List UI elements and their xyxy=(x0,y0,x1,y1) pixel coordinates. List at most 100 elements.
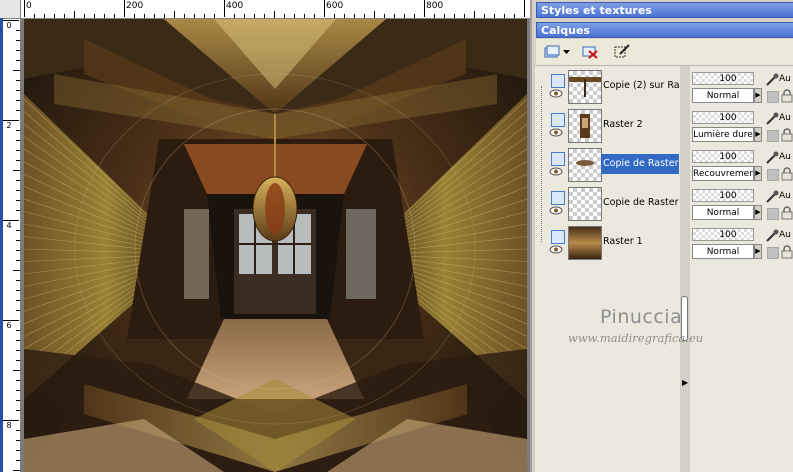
layer-row[interactable]: Raster 2 xyxy=(535,106,680,143)
ruler-tick xyxy=(494,14,495,18)
layer-thumbnail xyxy=(568,109,602,143)
eye-icon[interactable] xyxy=(549,245,563,254)
ruler-tick xyxy=(224,0,225,17)
layer-row-selected[interactable]: Copie de Raster 2 xyxy=(535,145,680,182)
eyedropper-icon[interactable] xyxy=(765,112,779,126)
eyedropper-icon[interactable] xyxy=(765,151,779,165)
ruler-tick xyxy=(324,0,325,17)
ruler-tick xyxy=(244,14,245,18)
mask-icon[interactable] xyxy=(767,208,779,220)
ruler-tick xyxy=(414,14,415,18)
ruler-tick xyxy=(254,14,255,18)
eyedropper-icon[interactable] xyxy=(765,190,779,204)
blend-dropdown-arrow-icon[interactable]: ▶ xyxy=(754,127,762,142)
blend-dropdown-arrow-icon[interactable]: ▶ xyxy=(754,88,762,103)
mask-icon[interactable] xyxy=(767,130,779,142)
ruler-tick xyxy=(16,90,20,91)
ruler-label-v8: 8 xyxy=(6,421,12,430)
ruler-tick xyxy=(64,14,65,18)
ruler-tick xyxy=(364,14,365,18)
eyedropper-icon[interactable] xyxy=(765,229,779,243)
watermark-url: www.maidiregrafica.eu xyxy=(568,331,704,345)
opacity-slider[interactable]: 100 xyxy=(692,189,754,202)
ruler-tick xyxy=(194,14,195,18)
layer-row[interactable]: Copie (2) sur Rast xyxy=(535,67,680,104)
lock-icon[interactable] xyxy=(781,167,793,181)
palette-splitter[interactable]: ▶ xyxy=(680,66,689,472)
ruler-tick xyxy=(434,14,435,18)
layers-list: Copie (2) sur Rast Raster 2 Copie de Ras… xyxy=(535,66,680,472)
styles-palette-title[interactable]: Styles et textures xyxy=(536,2,793,18)
mask-icon[interactable] xyxy=(767,247,779,259)
new-layer-icon[interactable] xyxy=(542,42,562,62)
ruler-tick xyxy=(13,70,20,71)
ruler-tick xyxy=(16,450,20,451)
ruler-tick xyxy=(304,14,305,18)
layer-name[interactable]: Copie de Raster 2 xyxy=(601,154,679,174)
delete-layer-icon[interactable] xyxy=(580,42,600,62)
layer-name[interactable]: Raster 1 xyxy=(601,232,679,252)
layer-properties-row: 100 Normal ▶ Au xyxy=(690,70,793,107)
ruler-tick xyxy=(16,280,20,281)
opacity-slider[interactable]: 100 xyxy=(692,111,754,124)
blend-mode-select[interactable]: Normal xyxy=(692,205,754,220)
layer-name[interactable]: Copie (2) sur Rast xyxy=(601,76,679,96)
ruler-tick xyxy=(344,14,345,18)
mask-icon[interactable] xyxy=(767,169,779,181)
ruler-tick xyxy=(404,14,405,18)
layer-properties-row: 100 Normal ▶ Au xyxy=(690,226,793,263)
blend-mode-select[interactable]: Recouvrement xyxy=(692,166,754,181)
ruler-tick xyxy=(16,80,20,81)
blend-dropdown-arrow-icon[interactable]: ▶ xyxy=(754,205,762,220)
lock-icon[interactable] xyxy=(781,206,793,220)
lock-icon[interactable] xyxy=(781,89,793,103)
watermark-name: Pinuccia xyxy=(600,306,683,328)
edit-selection-icon[interactable] xyxy=(612,42,632,62)
layer-row[interactable]: Copie de Raster 1 xyxy=(535,184,680,221)
layer-type-icon xyxy=(551,152,565,166)
layers-palette-title[interactable]: Calques xyxy=(536,22,793,38)
opacity-slider[interactable]: 100 xyxy=(692,228,754,241)
ruler-tick xyxy=(94,14,95,18)
ruler-tick xyxy=(16,410,20,411)
ruler-tick xyxy=(164,14,165,18)
lock-icon[interactable] xyxy=(781,245,793,259)
eye-icon[interactable] xyxy=(549,128,563,137)
expand-arrow-icon[interactable]: ▶ xyxy=(682,378,688,387)
opacity-slider[interactable]: 100 xyxy=(692,72,754,85)
dropdown-arrow-icon[interactable] xyxy=(562,42,570,62)
eyedropper-icon[interactable] xyxy=(765,73,779,87)
ruler-tick xyxy=(34,14,35,18)
blend-dropdown-arrow-icon[interactable]: ▶ xyxy=(754,244,762,259)
ruler-tick xyxy=(16,240,20,241)
layer-row[interactable]: Raster 1 xyxy=(535,223,680,260)
mask-icon[interactable] xyxy=(767,91,779,103)
ruler-tick xyxy=(464,14,465,18)
ruler-tick xyxy=(16,250,20,251)
eye-icon[interactable] xyxy=(549,167,563,176)
ruler-tick xyxy=(124,0,125,17)
blend-mode-select[interactable]: Normal xyxy=(692,88,754,103)
ruler-tick xyxy=(16,340,20,341)
ruler-tick xyxy=(54,14,55,18)
horizontal-ruler: 0 200 400 600 800 xyxy=(0,0,530,19)
layer-name[interactable]: Copie de Raster 1 xyxy=(601,193,679,213)
ruler-tick xyxy=(16,380,20,381)
ruler-tick xyxy=(174,11,175,18)
blend-mode-select[interactable]: Lumière dure xyxy=(692,127,754,142)
vertical-ruler: 0 2 4 6 8 xyxy=(0,18,21,472)
blend-dropdown-arrow-icon[interactable]: ▶ xyxy=(754,166,762,181)
eye-icon[interactable] xyxy=(549,206,563,215)
lock-icon[interactable] xyxy=(781,128,793,142)
eye-icon[interactable] xyxy=(549,89,563,98)
image-canvas[interactable] xyxy=(21,19,530,472)
ruler-tick xyxy=(16,260,20,261)
layer-name[interactable]: Raster 2 xyxy=(601,115,679,135)
ruler-tick xyxy=(274,11,275,18)
layers-toolbar xyxy=(536,39,793,66)
opacity-slider[interactable]: 100 xyxy=(692,150,754,163)
ruler-tick xyxy=(16,40,20,41)
blend-mode-select[interactable]: Normal xyxy=(692,244,754,259)
layer-type-icon xyxy=(551,230,565,244)
ruler-tick xyxy=(384,14,385,18)
